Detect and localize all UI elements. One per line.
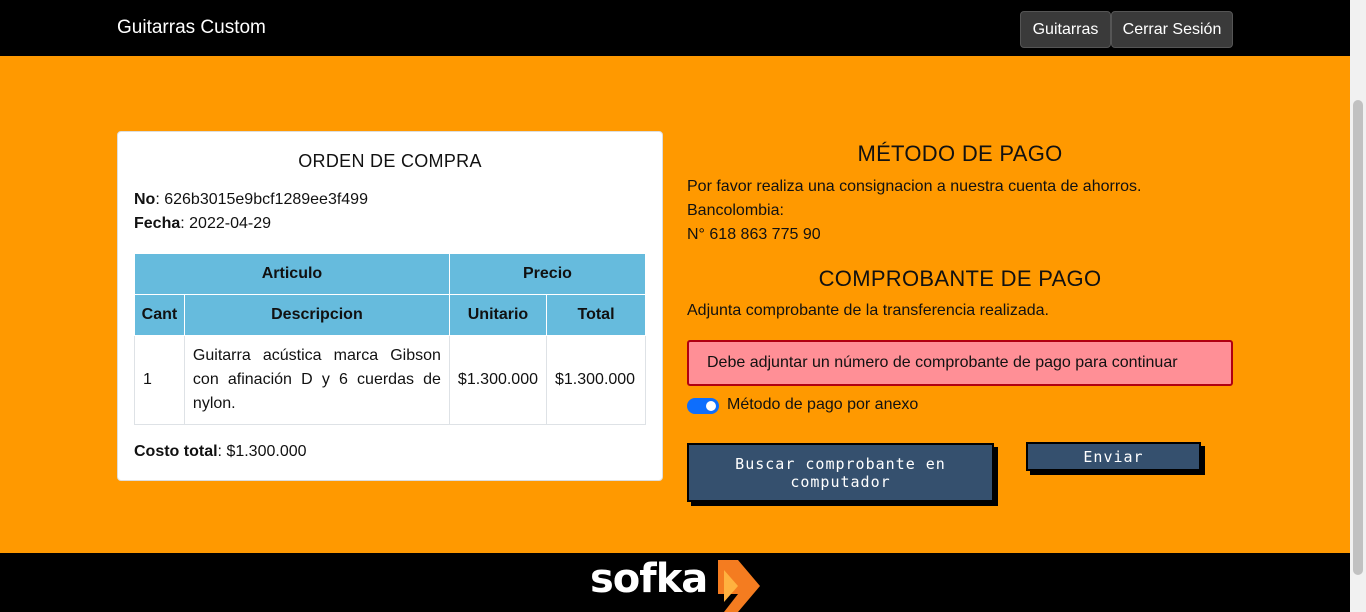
guitarras-button[interactable]: Guitarras	[1020, 11, 1111, 48]
table-subheader-row: Cant Descripcion Unitario Total	[134, 294, 646, 336]
toggle-label[interactable]: Método de pago por anexo	[727, 396, 918, 414]
header-precio: Precio	[448, 253, 647, 295]
header-articulo: Articulo	[134, 253, 450, 295]
payment-instruction: Por favor realiza una consignacion a nue…	[687, 178, 1142, 195]
logout-button[interactable]: Cerrar Sesión	[1111, 11, 1233, 48]
order-date-value: : 2022-04-29	[180, 215, 271, 232]
error-alert: Debe adjuntar un número de comprobante d…	[687, 340, 1233, 386]
browse-receipt-button[interactable]: Buscar comprobante en computador	[687, 443, 994, 502]
order-number-label: No	[134, 191, 156, 208]
payment-method-toggle[interactable]	[687, 398, 719, 414]
col-total: Total	[546, 294, 646, 336]
order-date: Fecha: 2022-04-29	[134, 215, 271, 233]
table-header-row: Articulo Precio	[134, 253, 647, 295]
order-number: No: 626b3015e9bcf1289ee3f499	[134, 191, 368, 209]
brand-title[interactable]: Guitarras Custom	[117, 17, 266, 39]
order-total: Costo total: $1.300.000	[134, 443, 307, 461]
sofka-logo-text: sofka	[590, 556, 708, 602]
order-total-value: : $1.300.000	[217, 443, 307, 460]
cell-descripcion: Guitarra acústica marca Gibson con afina…	[183, 335, 450, 425]
scrollbar-thumb[interactable]	[1353, 100, 1363, 575]
receipt-title: COMPROBANTE DE PAGO	[818, 266, 1102, 291]
sofka-logo-icon	[718, 560, 760, 612]
col-unitario: Unitario	[448, 294, 548, 336]
bank-name: Bancolombia:	[687, 202, 784, 219]
order-title: ORDEN DE COMPRA	[298, 151, 482, 171]
col-cant: Cant	[134, 294, 185, 336]
table-row: 1 Guitarra acústica marca Gibson con afi…	[134, 335, 646, 425]
receipt-instruction: Adjunta comprobante de la transferencia …	[687, 302, 1049, 319]
scrollbar[interactable]	[1350, 0, 1366, 612]
order-table: Articulo Precio Cant Descripcion Unitari…	[134, 253, 647, 425]
order-card: ORDEN DE COMPRA No: 626b3015e9bcf1289ee3…	[117, 131, 663, 481]
send-button[interactable]: Enviar	[1026, 442, 1201, 471]
cell-unitario: $1.300.000	[448, 335, 548, 425]
payment-method-title: MÉTODO DE PAGO	[857, 141, 1063, 166]
account-number: N° 618 863 775 90	[687, 226, 821, 243]
order-date-label: Fecha	[134, 215, 181, 232]
col-descripcion: Descripcion	[183, 294, 450, 336]
order-total-label: Costo total	[134, 443, 218, 460]
toggle-knob	[706, 401, 716, 411]
cell-total: $1.300.000	[546, 335, 646, 425]
cell-cant: 1	[134, 335, 185, 425]
order-number-value: : 626b3015e9bcf1289ee3f499	[155, 191, 368, 208]
error-alert-text: Debe adjuntar un número de comprobante d…	[707, 354, 1178, 371]
